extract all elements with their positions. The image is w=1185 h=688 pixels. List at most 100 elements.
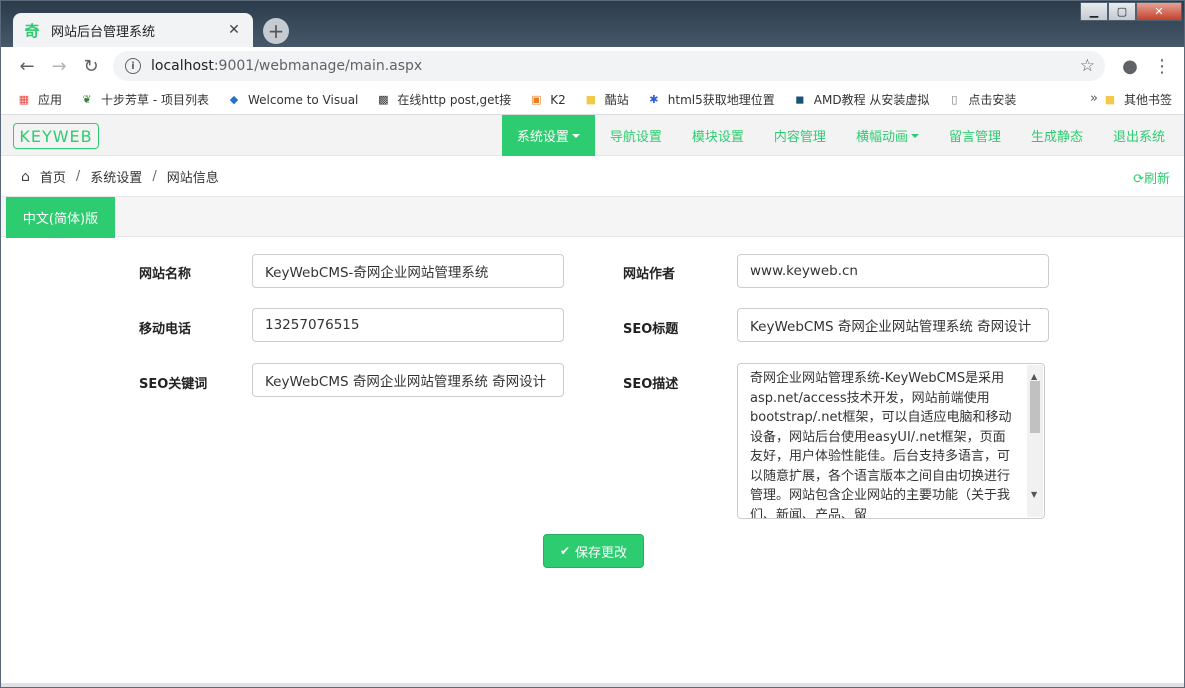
breadcrumb-site-info: 网站信息 bbox=[166, 171, 219, 186]
bookmark-label: 酷站 bbox=[604, 93, 629, 107]
menu-label: 系统设置 bbox=[516, 130, 569, 145]
check-icon: ✔ bbox=[559, 544, 571, 558]
top-navbar: KEYWEB 系统设置 导航设置 模块设置 内容管理 横幅动画 留言管理 生成静… bbox=[1, 115, 1184, 156]
mobile-label: 移动电话 bbox=[139, 322, 192, 337]
caret-down-icon bbox=[910, 133, 919, 138]
bookmark-item[interactable]: ✱ html5获取地理位置 bbox=[647, 91, 775, 108]
bookmark-item[interactable]: ▩ 在线http post,get接 bbox=[376, 91, 511, 108]
site-favicon-icon: 奇 bbox=[24, 21, 40, 40]
menu-logout[interactable]: 退出系统 bbox=[1098, 115, 1180, 156]
other-bookmarks-label: 其他书签 bbox=[1123, 93, 1172, 107]
address-bar[interactable]: i localhost :9001/webmanage/main.aspx ☆ bbox=[113, 51, 1105, 81]
site-info-icon[interactable]: i bbox=[125, 58, 141, 74]
menu-generate-static[interactable]: 生成静态 bbox=[1016, 115, 1098, 156]
tab-title: 网站后台管理系统 bbox=[51, 24, 156, 40]
refresh-label: 刷新 bbox=[1143, 172, 1170, 187]
breadcrumb-system-settings[interactable]: 系统设置 bbox=[90, 167, 142, 186]
bookmark-item[interactable]: ■ 酷站 bbox=[584, 91, 629, 108]
bookmark-item[interactable]: ◼ AMD教程 从安装虚拟 bbox=[793, 91, 929, 108]
save-changes-button[interactable]: ✔ 保存更改 bbox=[543, 534, 644, 568]
toolbar-right-icons: ● ⋮ bbox=[1114, 50, 1178, 82]
menu-module-settings[interactable]: 模块设置 bbox=[677, 115, 759, 156]
menu-label: 退出系统 bbox=[1112, 130, 1165, 145]
bookmark-item[interactable]: ❦ 十步芳草 - 项目列表 bbox=[80, 91, 209, 108]
seo-desc-textarea[interactable]: 奇网企业网站管理系统-KeyWebCMS是采用asp.net/access技术开… bbox=[737, 363, 1045, 519]
browser-tab[interactable]: 奇 网站后台管理系统 ✕ bbox=[13, 13, 253, 47]
breadcrumb-separator: / bbox=[75, 169, 81, 184]
main-menu: 系统设置 导航设置 模块设置 内容管理 横幅动画 留言管理 生成静态 退出系统 bbox=[501, 115, 1180, 156]
menu-label: 模块设置 bbox=[691, 130, 744, 145]
language-tabs: 中文(简体)版 bbox=[1, 196, 1184, 238]
page-icon: ▯ bbox=[951, 93, 958, 106]
bookmark-label: 点击安装 bbox=[968, 93, 1017, 107]
tab-chinese-simplified[interactable]: 中文(简体)版 bbox=[6, 197, 115, 238]
bookmark-label: K2 bbox=[550, 92, 566, 107]
scroll-down-icon[interactable]: ▼ bbox=[1031, 485, 1037, 505]
author-label: 网站作者 bbox=[623, 267, 676, 282]
browser-window: 奇 网站后台管理系统 ✕ + ▁ ▢ ✕ ← → ↻ i localhost :… bbox=[0, 0, 1185, 688]
menu-system-settings[interactable]: 系统设置 bbox=[501, 115, 595, 156]
web-page: KEYWEB 系统设置 导航设置 模块设置 内容管理 横幅动画 留言管理 生成静… bbox=[1, 115, 1184, 683]
forward-button[interactable]: → bbox=[43, 50, 75, 82]
save-label: 保存更改 bbox=[575, 545, 628, 561]
bookmark-label: 应用 bbox=[38, 93, 63, 107]
amd-icon: ◼ bbox=[795, 93, 805, 106]
window-controls: ▁ ▢ ✕ bbox=[1080, 2, 1182, 21]
bookmarks-bar: ▦ 应用 ❦ 十步芳草 - 项目列表 ◆ Welcome to Visual ▩… bbox=[1, 85, 1184, 115]
menu-label: 导航设置 bbox=[609, 130, 662, 145]
home-icon: ⌂ bbox=[21, 168, 30, 185]
menu-label: 横幅动画 bbox=[855, 130, 908, 145]
bookmark-item[interactable]: ▣ K2 bbox=[529, 93, 566, 107]
close-tab-icon[interactable]: ✕ bbox=[225, 21, 243, 39]
url-path: :9001/webmanage/main.aspx bbox=[213, 58, 423, 74]
seo-keywords-input[interactable]: KeyWebCMS 奇网企业网站管理系统 奇网设计 bbox=[252, 363, 564, 397]
menu-navigation-settings[interactable]: 导航设置 bbox=[595, 115, 677, 156]
bookmark-item[interactable]: ◆ Welcome to Visual bbox=[227, 93, 359, 107]
bookmark-label: 在线http post,get接 bbox=[397, 93, 512, 107]
mobile-input[interactable]: 13257076515 bbox=[252, 308, 564, 342]
seo-title-label: SEO标题 bbox=[623, 322, 679, 337]
paw-icon: ✱ bbox=[649, 93, 659, 106]
menu-message-management[interactable]: 留言管理 bbox=[934, 115, 1016, 156]
breadcrumb: ⌂ 首页 / 系统设置 / 网站信息 ⟳刷新 bbox=[1, 157, 1184, 196]
bookmark-item[interactable]: ▯ 点击安装 bbox=[947, 91, 1016, 108]
url-host: localhost bbox=[151, 58, 214, 74]
site-name-input[interactable]: KeyWebCMS-奇网企业网站管理系统 bbox=[252, 254, 564, 288]
menu-content-management[interactable]: 内容管理 bbox=[759, 115, 841, 156]
reload-button[interactable]: ↻ bbox=[75, 50, 107, 82]
qrcode-icon: ▩ bbox=[378, 93, 389, 106]
other-bookmarks[interactable]: ■ 其他书签 bbox=[1103, 91, 1172, 108]
scroll-thumb[interactable] bbox=[1030, 381, 1040, 433]
refresh-button[interactable]: ⟳刷新 bbox=[1133, 168, 1170, 187]
bookmark-star-icon[interactable]: ☆ bbox=[1080, 56, 1095, 76]
breadcrumb-separator: / bbox=[152, 169, 157, 184]
more-bookmarks-chevron-icon[interactable]: » bbox=[1090, 91, 1098, 106]
maximize-button[interactable]: ▢ bbox=[1108, 2, 1136, 21]
folder-icon: ■ bbox=[585, 93, 596, 106]
menu-banner-animation[interactable]: 横幅动画 bbox=[841, 115, 934, 156]
menu-kebab-icon[interactable]: ⋮ bbox=[1146, 50, 1178, 82]
minimize-button[interactable]: ▁ bbox=[1080, 2, 1108, 21]
textarea-scrollbar[interactable]: ▲ ▼ bbox=[1027, 365, 1043, 517]
new-tab-button[interactable]: + bbox=[263, 18, 289, 44]
menu-label: 生成静态 bbox=[1030, 130, 1083, 145]
close-window-button[interactable]: ✕ bbox=[1136, 2, 1182, 21]
menu-label: 内容管理 bbox=[773, 130, 826, 145]
bookmark-item[interactable]: ▦ 应用 bbox=[17, 91, 62, 108]
folder-icon: ■ bbox=[1104, 93, 1116, 106]
keyweb-logo[interactable]: KEYWEB bbox=[13, 123, 99, 149]
seo-desc-label: SEO描述 bbox=[623, 377, 679, 392]
author-input[interactable]: www.keyweb.cn bbox=[737, 254, 1049, 288]
back-button[interactable]: ← bbox=[11, 50, 43, 82]
bookmark-label: 十步芳草 - 项目列表 bbox=[101, 93, 209, 107]
seo-keywords-label: SEO关键词 bbox=[139, 377, 208, 392]
seo-desc-text: 奇网企业网站管理系统-KeyWebCMS是采用asp.net/access技术开… bbox=[750, 371, 1012, 519]
apps-icon: ▦ bbox=[18, 93, 30, 106]
breadcrumb-home[interactable]: 首页 bbox=[40, 167, 66, 186]
visualstudio-icon: ◆ bbox=[229, 93, 239, 106]
refresh-icon: ⟳ bbox=[1133, 172, 1144, 187]
seo-title-input[interactable]: KeyWebCMS 奇网企业网站管理系统 奇网设计 bbox=[737, 308, 1049, 342]
title-bar: 奇 网站后台管理系统 ✕ + ▁ ▢ ✕ bbox=[1, 1, 1184, 47]
profile-icon[interactable]: ● bbox=[1114, 50, 1146, 82]
bookmark-label: html5获取地理位置 bbox=[667, 93, 775, 107]
